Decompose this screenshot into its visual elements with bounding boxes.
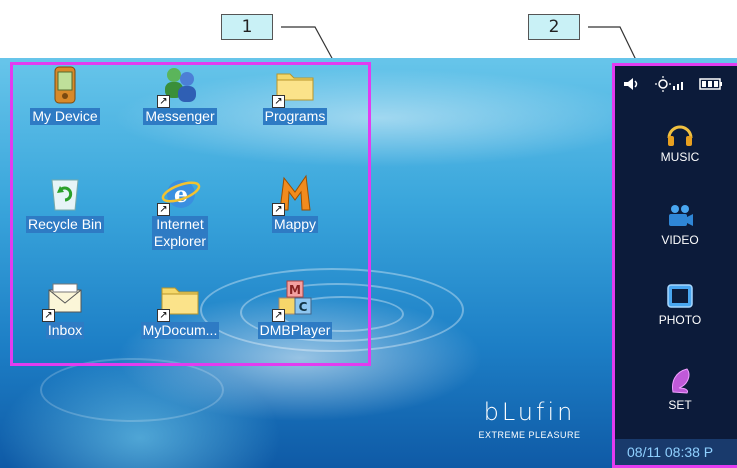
desktop-icon-internet-explorer[interactable]: e ↗ Internet Explorer (130, 172, 230, 251)
desktop-icon-mydocuments[interactable]: ↗ MyDocum... (130, 278, 230, 340)
menu-label: SET (668, 398, 692, 412)
desktop-icon-label: My Device (30, 108, 100, 125)
desktop-icon-dmbplayer[interactable]: M C ↗ DMBPlayer (245, 278, 345, 340)
status-bar (623, 74, 737, 94)
desktop-icon-my-device[interactable]: My Device (15, 64, 115, 126)
desktop-icon-mappy[interactable]: ↗ Mappy (245, 172, 345, 234)
brand-name: bLufin (483, 398, 576, 426)
menu-item-photo[interactable]: PHOTO (645, 281, 715, 327)
folder-icon: ↗ (272, 64, 316, 108)
svg-text:M: M (289, 283, 301, 297)
brightness-icon[interactable] (655, 76, 685, 92)
recycle-bin-icon (44, 172, 86, 214)
desktop-icon-label: Internet Explorer (151, 216, 209, 250)
shortcut-arrow-icon: ↗ (157, 309, 170, 322)
menu-item-set[interactable]: SET (645, 366, 715, 412)
side-menu-panel: MUSIC VIDEO PHOTO SET 08/11 08:38 P (612, 63, 737, 468)
menu-item-video[interactable]: VIDEO (645, 201, 715, 247)
shortcut-arrow-icon: ↗ (272, 203, 285, 216)
headphones-icon (665, 118, 695, 148)
shortcut-arrow-icon: ↗ (157, 95, 170, 108)
desktop-icon-label: Inbox (45, 322, 85, 339)
menu-label: PHOTO (658, 313, 702, 327)
desktop-icon-label: Messenger (143, 108, 217, 125)
internet-explorer-icon: e ↗ (157, 172, 201, 216)
brand-logo: bLufin EXTREME PLEASURE (462, 398, 597, 440)
video-camera-icon (665, 201, 695, 231)
settings-icon (665, 366, 695, 396)
menu-item-music[interactable]: MUSIC (645, 118, 715, 164)
label-line: Internet (156, 216, 204, 232)
messenger-icon: ↗ (157, 64, 201, 108)
desktop-icon-inbox[interactable]: ↗ Inbox (15, 278, 115, 340)
battery-icon (699, 78, 722, 90)
desktop-icon-label: DMBPlayer (257, 322, 333, 339)
photo-icon (665, 281, 695, 311)
shortcut-arrow-icon: ↗ (272, 95, 285, 108)
callout-2: 2 (528, 14, 580, 40)
brand-tagline: EXTREME PLEASURE (478, 430, 581, 440)
shortcut-arrow-icon: ↗ (272, 309, 285, 322)
dmb-player-icon: M C ↗ (272, 278, 316, 322)
clock-readout: 08/11 08:38 P (615, 439, 737, 465)
desktop-icon-label: MyDocum... (140, 322, 220, 339)
desktop-icon-messenger[interactable]: ↗ Messenger (130, 64, 230, 126)
shortcut-arrow-icon: ↗ (157, 203, 170, 216)
menu-label: VIDEO (661, 233, 699, 247)
callout-1: 1 (221, 14, 273, 40)
menu-label: MUSIC (660, 150, 700, 164)
label-line: Explorer (153, 233, 207, 249)
speaker-icon[interactable] (623, 77, 641, 91)
inbox-icon: ↗ (42, 278, 86, 322)
svg-text:C: C (299, 300, 308, 314)
mappy-icon: ↗ (272, 172, 316, 216)
device-icon (44, 64, 86, 106)
desktop-icon-recycle-bin[interactable]: Recycle Bin (15, 172, 115, 234)
desktop-icon-label: Programs (262, 108, 328, 125)
folder-icon: ↗ (157, 278, 201, 322)
shortcut-arrow-icon: ↗ (42, 309, 55, 322)
desktop-icon-label: Mappy (271, 216, 319, 233)
desktop-icon-programs[interactable]: ↗ Programs (245, 64, 345, 126)
desktop-icon-label: Recycle Bin (26, 216, 104, 233)
